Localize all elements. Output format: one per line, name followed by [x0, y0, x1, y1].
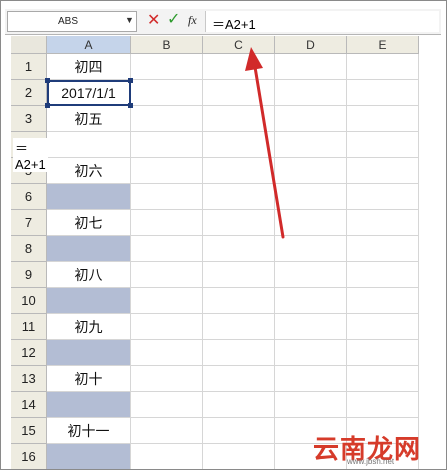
arrow-head — [245, 47, 263, 71]
watermark-url: www.jbsh.net — [347, 457, 395, 466]
watermark-logo: 云南龙网 www.jbsh.net — [301, 401, 446, 466]
arrow-shaft — [253, 65, 285, 239]
spreadsheet-window: ABS ▼ ✕ ✓ fx ＝A2+1 ABCDE1初四22017/1/13初五4… — [0, 0, 447, 470]
annotation-arrow — [245, 47, 285, 239]
